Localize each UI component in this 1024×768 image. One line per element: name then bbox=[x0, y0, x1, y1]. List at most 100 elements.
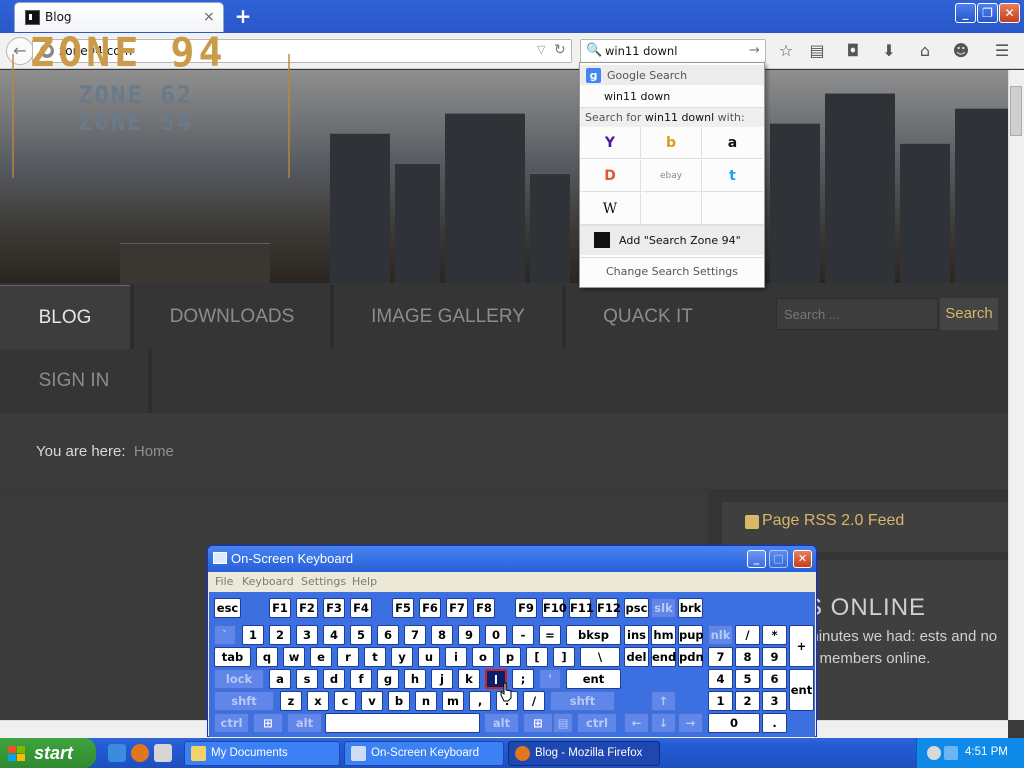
osk-key-alt[interactable]: alt bbox=[287, 713, 322, 733]
osk-key-F3[interactable]: F3 bbox=[323, 598, 345, 618]
osk-key-symbol[interactable]: = bbox=[539, 625, 561, 645]
osk-key-symbol[interactable]: - bbox=[512, 625, 534, 645]
browser-search-input[interactable]: 🔍 win11 downl → bbox=[580, 39, 766, 63]
osk-key-numpad-plus[interactable]: + bbox=[789, 625, 814, 667]
osk-key-symbol[interactable]: * bbox=[762, 625, 787, 645]
osk-key-psc[interactable]: psc bbox=[624, 598, 649, 618]
site-search-input[interactable]: Search ... bbox=[776, 298, 938, 330]
osk-key-pdn[interactable]: pdn bbox=[678, 647, 704, 667]
osk-key-pup[interactable]: pup bbox=[678, 625, 704, 645]
osk-key-2[interactable]: 2 bbox=[735, 691, 760, 711]
pocket-icon[interactable]: ◘ bbox=[842, 40, 864, 62]
osk-key-F11[interactable]: F11 bbox=[569, 598, 594, 618]
osk-key-numpad-enter[interactable]: ent bbox=[789, 669, 814, 711]
search-suggestion[interactable]: win11 down bbox=[604, 90, 670, 103]
tray-app-icon[interactable] bbox=[927, 746, 941, 760]
osk-key-y[interactable]: y bbox=[391, 647, 413, 667]
osk-key-3[interactable]: 3 bbox=[762, 691, 787, 711]
osk-menu-help[interactable]: Help bbox=[352, 575, 377, 588]
menu-item-downloads[interactable]: DOWNLOADS bbox=[134, 285, 330, 349]
start-button[interactable]: start bbox=[0, 738, 96, 768]
ie-quicklaunch-icon[interactable] bbox=[108, 744, 126, 762]
osk-key-d[interactable]: d bbox=[323, 669, 345, 689]
osk-key-0[interactable]: 0 bbox=[485, 625, 507, 645]
osk-key-0[interactable]: 0 bbox=[708, 713, 760, 733]
osk-key-k[interactable]: k bbox=[458, 669, 480, 689]
osk-key-e[interactable]: e bbox=[310, 647, 332, 667]
osk-key-9[interactable]: 9 bbox=[458, 625, 480, 645]
change-search-settings[interactable]: Change Search Settings bbox=[580, 257, 764, 287]
taskbar-item-on-screen-keyboard[interactable]: On-Screen Keyboard bbox=[344, 741, 504, 766]
chat-icon[interactable]: ☻ bbox=[950, 40, 972, 62]
osk-key-q[interactable]: q bbox=[256, 647, 278, 667]
osk-key-del[interactable]: del bbox=[624, 647, 649, 667]
osk-key-F12[interactable]: F12 bbox=[596, 598, 621, 618]
osk-key-esc[interactable]: esc bbox=[214, 598, 241, 618]
osk-key-F2[interactable]: F2 bbox=[296, 598, 318, 618]
osk-key-symbol[interactable]: ← bbox=[624, 713, 649, 733]
search-engine-icon[interactable]: 🔍 bbox=[586, 43, 602, 58]
osk-key-n[interactable]: n bbox=[415, 691, 437, 711]
osk-key-m[interactable]: m bbox=[442, 691, 464, 711]
osk-key-slk[interactable]: slk bbox=[651, 598, 676, 618]
osk-key-5[interactable]: 5 bbox=[350, 625, 372, 645]
rss-feed-link[interactable]: Page RSS 2.0 Feed bbox=[762, 512, 904, 530]
osk-key-F1[interactable]: F1 bbox=[269, 598, 291, 618]
site-logo[interactable]: ZONE 94 bbox=[30, 30, 227, 76]
osk-menu-keyboard[interactable]: Keyboard bbox=[242, 575, 294, 588]
osk-key-symbol[interactable]: → bbox=[678, 713, 703, 733]
menu-item-quack-it[interactable]: QUACK IT bbox=[566, 285, 730, 349]
twitter-icon[interactable]: t bbox=[702, 160, 763, 192]
osk-key-2[interactable]: 2 bbox=[269, 625, 291, 645]
osk-key-alt[interactable]: alt bbox=[484, 713, 519, 733]
reload-icon[interactable]: ↻ bbox=[554, 42, 566, 58]
osk-key-ctrl[interactable]: ctrl bbox=[577, 713, 617, 733]
osk-key-4[interactable]: 4 bbox=[323, 625, 345, 645]
media-quicklaunch-icon[interactable] bbox=[154, 744, 172, 762]
amazon-icon[interactable]: a bbox=[702, 127, 763, 159]
menu-item-sign-in[interactable]: SIGN IN bbox=[0, 349, 148, 413]
window-restore-button[interactable]: ❐ bbox=[977, 3, 998, 23]
search-go-icon[interactable]: → bbox=[749, 43, 760, 58]
yahoo-icon[interactable]: Y bbox=[580, 127, 641, 159]
window-minimize-button[interactable]: _ bbox=[955, 3, 976, 23]
osk-key-F8[interactable]: F8 bbox=[473, 598, 495, 618]
osk-key-symbol[interactable]: , bbox=[469, 691, 491, 711]
osk-key-bksp[interactable]: bksp bbox=[566, 625, 621, 645]
osk-key-F7[interactable]: F7 bbox=[446, 598, 468, 618]
osk-key-symbol[interactable]: \ bbox=[580, 647, 620, 667]
osk-key-b[interactable]: b bbox=[388, 691, 410, 711]
osk-key-nlk[interactable]: nlk bbox=[708, 625, 733, 645]
osk-key-h[interactable]: h bbox=[404, 669, 426, 689]
osk-key-6[interactable]: 6 bbox=[762, 669, 787, 689]
osk-key-f[interactable]: f bbox=[350, 669, 372, 689]
breadcrumb-home-link[interactable]: Home bbox=[134, 443, 174, 460]
osk-key-u[interactable]: u bbox=[418, 647, 440, 667]
osk-key-ins[interactable]: ins bbox=[624, 625, 649, 645]
clock[interactable]: 4:51 PM bbox=[965, 746, 1008, 758]
url-history-dropdown-icon[interactable]: ▽ bbox=[537, 43, 545, 56]
osk-key-p[interactable]: p bbox=[499, 647, 521, 667]
osk-key-1[interactable]: 1 bbox=[242, 625, 264, 645]
vertical-scroll-thumb[interactable] bbox=[1010, 86, 1022, 136]
osk-menu-settings[interactable]: Settings bbox=[301, 575, 346, 588]
osk-key-7[interactable]: 7 bbox=[404, 625, 426, 645]
osk-key-symbol[interactable]: ↑ bbox=[651, 691, 676, 711]
osk-key-ent[interactable]: ent bbox=[566, 669, 621, 689]
osk-key-symbol[interactable]: / bbox=[735, 625, 760, 645]
osk-key-symbol[interactable]: . bbox=[762, 713, 787, 733]
reading-list-icon[interactable]: ▤ bbox=[806, 40, 828, 62]
new-tab-button[interactable]: + bbox=[232, 4, 254, 28]
bing-icon[interactable]: b bbox=[641, 127, 702, 159]
osk-key-7[interactable]: 7 bbox=[708, 647, 733, 667]
bookmark-star-icon[interactable]: ☆ bbox=[775, 40, 797, 62]
osk-key-space[interactable] bbox=[325, 713, 480, 733]
osk-key-j[interactable]: j bbox=[431, 669, 453, 689]
downloads-icon[interactable]: ⬇ bbox=[878, 40, 900, 62]
osk-key-F9[interactable]: F9 bbox=[515, 598, 537, 618]
osk-key-1[interactable]: 1 bbox=[708, 691, 733, 711]
osk-close-button[interactable]: ✕ bbox=[793, 550, 812, 568]
osk-key-t[interactable]: t bbox=[364, 647, 386, 667]
osk-key-lock[interactable]: lock bbox=[214, 669, 264, 689]
tab-close-icon[interactable]: × bbox=[203, 9, 215, 25]
